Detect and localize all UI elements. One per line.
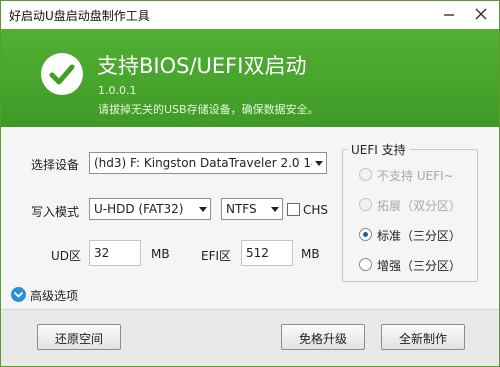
radio-extended: 拓展（双分区）: [359, 197, 469, 213]
radio-button: [359, 198, 372, 211]
version-text: 1.0.0.1: [98, 84, 137, 97]
restore-space-button[interactable]: 还原空间: [37, 324, 121, 350]
advanced-options-label[interactable]: 高级选项: [30, 287, 78, 304]
mode-select-value: U-HDD (FAT32): [94, 202, 184, 216]
radio-label[interactable]: 标准（三分区）: [377, 227, 461, 244]
close-icon: [475, 8, 487, 20]
efi-unit-label: MB: [301, 247, 320, 261]
efi-label: EFI区: [201, 249, 232, 263]
title-bar[interactable]: 好启动U盘启动盘制作工具: [1, 1, 499, 29]
device-select[interactable]: (hd3) F: Kingston DataTraveler 2.0 14: [89, 152, 327, 174]
minimize-button[interactable]: [439, 5, 459, 23]
radio-label: 拓展（双分区）: [377, 199, 462, 213]
chevron-down-icon: [315, 161, 323, 166]
checkmark-icon: [41, 53, 83, 95]
chevron-down-icon: [199, 207, 207, 212]
new-create-button[interactable]: 全新制作: [381, 324, 465, 350]
ud-unit-label: MB: [151, 247, 170, 261]
minimize-icon: [444, 14, 454, 16]
radio-label: 不支持 UEFI~: [377, 169, 454, 183]
radio-label[interactable]: 增强（三分区）: [377, 257, 461, 274]
device-label: 选择设备: [31, 158, 80, 172]
ud-label: UD区: [51, 249, 82, 263]
close-button[interactable]: [471, 5, 491, 23]
app-window: 好启动U盘启动盘制作工具 支持BIOS/UEFI双启动 1.0.0.1 请拔掉无…: [0, 0, 500, 367]
banner-title: 支持BIOS/UEFI双启动: [97, 54, 307, 78]
radio-enhanced[interactable]: 增强（三分区）: [359, 257, 469, 273]
uefi-group-title: UEFI 支持: [347, 141, 410, 158]
radio-button[interactable]: [359, 258, 372, 271]
radio-standard[interactable]: 标准（三分区）: [359, 227, 469, 243]
chevron-down-icon[interactable]: [11, 287, 26, 302]
mode-label: 写入模式: [31, 205, 80, 219]
header-banner: 支持BIOS/UEFI双启动 1.0.0.1 请拔掉无关的USB存储设备，确保数…: [1, 29, 499, 127]
filesystem-select[interactable]: NTFS: [221, 198, 283, 220]
main-panel: 选择设备 (hd3) F: Kingston DataTraveler 2.0 …: [1, 127, 499, 366]
radio-button: [359, 168, 372, 181]
advanced-options-toggle[interactable]: 高级选项: [11, 287, 91, 303]
mode-select[interactable]: U-HDD (FAT32): [89, 198, 211, 220]
ud-size-input[interactable]: 32: [89, 240, 141, 266]
filesystem-select-value: NTFS: [226, 202, 257, 216]
device-select-value: (hd3) F: Kingston DataTraveler 2.0 14: [94, 156, 312, 170]
upgrade-button[interactable]: 免格升级: [281, 324, 365, 350]
radio-no-uefi: 不支持 UEFI~: [359, 167, 459, 183]
chs-checkbox[interactable]: [287, 203, 300, 216]
window-title: 好启动U盘启动盘制作工具: [9, 9, 150, 23]
safety-hint: 请拔掉无关的USB存储设备，确保数据安全。: [98, 103, 319, 116]
radio-button[interactable]: [359, 228, 372, 241]
chs-label: CHS: [303, 203, 329, 217]
efi-size-input[interactable]: 512: [241, 240, 293, 266]
footer-bar: 还原空间 免格升级 全新制作: [1, 309, 499, 366]
chevron-down-icon: [271, 207, 279, 212]
